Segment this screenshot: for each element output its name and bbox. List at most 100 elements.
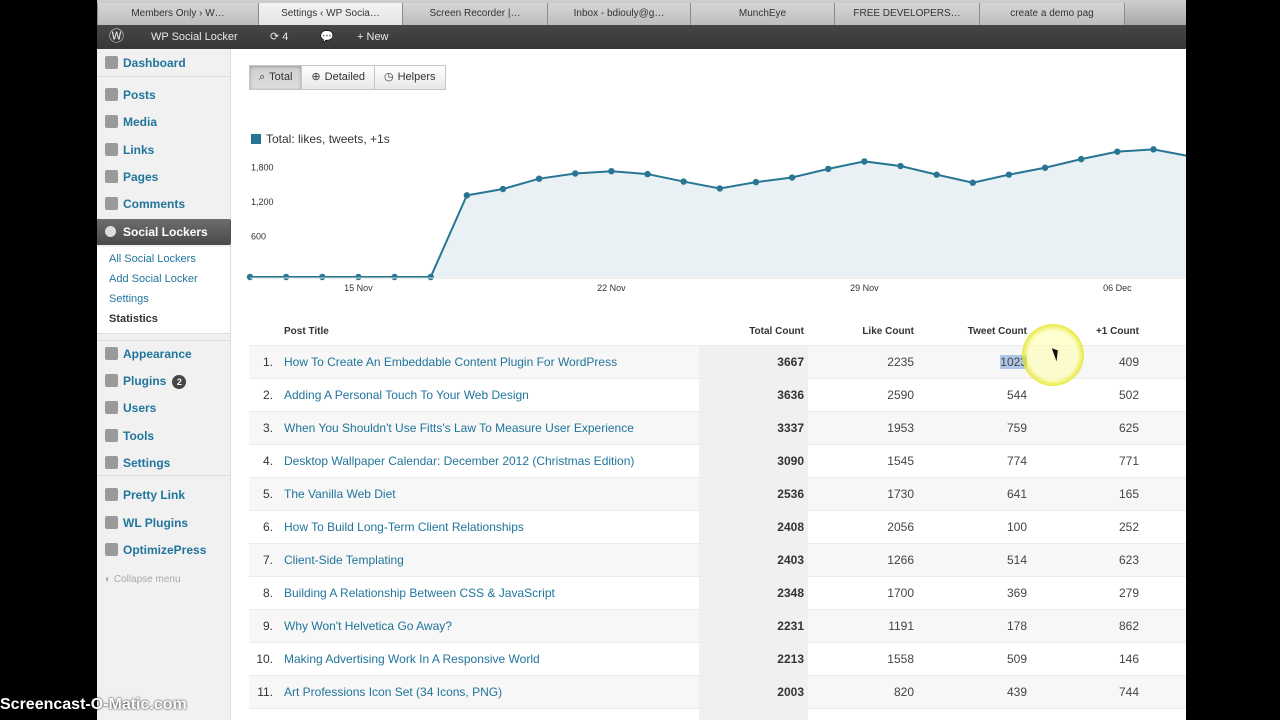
data-point[interactable] [969, 179, 976, 186]
post-title-link[interactable]: Building A Relationship Between CSS & Ja… [284, 586, 555, 600]
data-point[interactable] [246, 273, 254, 281]
sidebar-item-pages[interactable]: Pages [97, 165, 230, 189]
post-title-link[interactable]: Adding A Personal Touch To Your Web Desi… [284, 388, 529, 402]
submenu-item-statistics[interactable]: Statistics [109, 313, 158, 325]
sidebar-item-wl-plugins[interactable]: WL Plugins [97, 511, 230, 535]
data-point[interactable] [897, 162, 904, 170]
header-tweet-count[interactable]: Tweet Count [968, 326, 1027, 337]
browser-tab[interactable]: Settings ‹ WP Socia… [258, 3, 403, 25]
post-title-link[interactable]: When You Shouldn't Use Fitts's Law To Me… [284, 421, 634, 435]
data-point[interactable] [861, 158, 868, 165]
site-name-link[interactable]: WP Social Locker [151, 25, 238, 49]
data-point[interactable] [463, 192, 471, 199]
browser-tab[interactable]: Inbox - bdiouly@g… [547, 3, 691, 25]
plus-count: 165 [1118, 487, 1139, 501]
collapse-menu-button[interactable]: ◐ Collapse menu [105, 574, 181, 585]
data-point[interactable] [427, 273, 434, 281]
post-title-link[interactable]: Why Won't Helvetica Go Away? [284, 619, 452, 633]
data-point[interactable] [499, 185, 507, 193]
sidebar-item-pretty-link[interactable]: Pretty Link [97, 483, 230, 507]
browser-tab[interactable]: create a demo pag [979, 3, 1125, 25]
browser-tab[interactable]: Members Only › W… [97, 3, 259, 25]
sidebar-item-settings[interactable]: Settings [97, 451, 230, 475]
detailed-view-button[interactable]: ⊕ Detailed [302, 65, 375, 90]
data-point[interactable] [1077, 155, 1085, 163]
cursor-highlight [1022, 324, 1084, 386]
header-post-title[interactable]: Post Title [284, 326, 329, 337]
sidebar-item-appearance[interactable]: Appearance [97, 342, 230, 366]
header-plus-count[interactable]: +1 Count [1096, 326, 1139, 337]
sidebar-item-plugins[interactable]: Plugins 2 [97, 369, 230, 393]
comment-bubble-icon[interactable]: 💬 [320, 25, 334, 49]
post-title-link[interactable]: Desktop Wallpaper Calendar: December 201… [284, 454, 634, 468]
sidebar-item-dashboard[interactable]: Dashboard [97, 51, 230, 75]
sidebar-item-links[interactable]: Links [97, 138, 230, 162]
comment-icon [105, 197, 118, 210]
plus-count: 744 [1118, 685, 1139, 699]
data-point[interactable] [319, 273, 326, 281]
plus-count: 279 [1118, 586, 1139, 600]
data-point[interactable] [608, 168, 615, 175]
sidebar-item-users[interactable]: Users [97, 396, 230, 420]
post-title-link[interactable]: Art Professions Icon Set (34 Icons, PNG) [284, 685, 502, 699]
header-like-count[interactable]: Like Count [862, 326, 914, 337]
sidebar-item-text: Users [123, 401, 157, 415]
sidebar-item-social-lockers[interactable]: Social Lockers [97, 219, 238, 245]
data-point[interactable] [355, 273, 362, 281]
like-count: 1953 [887, 421, 914, 435]
data-point[interactable] [1114, 148, 1121, 155]
data-point[interactable] [391, 273, 398, 281]
like-count: 1558 [887, 652, 914, 666]
wordpress-logo-icon[interactable]: Ⓦ [109, 25, 124, 49]
browser-tab[interactable]: MunchEye [690, 3, 835, 25]
header-total-count[interactable]: Total Count [749, 326, 804, 337]
new-content-link[interactable]: + New [357, 25, 389, 49]
data-point[interactable] [1005, 171, 1013, 178]
sidebar-item-comments[interactable]: Comments [97, 192, 230, 216]
plus-count: 252 [1118, 520, 1139, 534]
post-title-link[interactable]: How To Create An Embeddable Content Plug… [284, 355, 617, 369]
total-view-button[interactable]: ⌕ Total [249, 65, 303, 90]
sidebar-item-label: Links [123, 143, 155, 157]
total-count: 2348 [777, 586, 804, 600]
data-point[interactable] [933, 171, 940, 178]
table-row: 6. How To Build Long-Term Client Relation… [249, 510, 1186, 543]
like-count: 1545 [887, 454, 914, 468]
data-point[interactable] [644, 170, 651, 178]
helpers-view-button[interactable]: ◷ Helpers [375, 65, 446, 90]
gear-icon [105, 543, 118, 556]
data-point[interactable] [752, 178, 760, 186]
updates-link[interactable]: ⟳ 4 [270, 25, 288, 49]
sidebar-item-label: Dashboard [123, 56, 186, 70]
sidebar-item-media[interactable]: Media [97, 110, 230, 134]
data-point[interactable] [282, 273, 290, 281]
data-point[interactable] [535, 175, 543, 182]
menu-separator [97, 76, 230, 77]
sidebar-item-optimizepress[interactable]: OptimizePress [97, 538, 230, 562]
table-row: 7. Client-Side Templating 2403 1266 514 623 [249, 543, 1186, 576]
browser-tab[interactable]: Screen Recorder |… [402, 3, 548, 25]
submenu-item-settings[interactable]: Settings [109, 293, 149, 305]
tweet-count: 641 [1006, 487, 1027, 501]
submenu-item-add-social-locker[interactable]: Add Social Locker [109, 273, 198, 285]
data-point[interactable] [1150, 146, 1157, 153]
data-point[interactable] [716, 185, 724, 192]
sidebar-item-label: Users [123, 396, 156, 420]
post-title-link[interactable]: How To Build Long-Term Client Relationsh… [284, 520, 524, 534]
link-icon [105, 143, 118, 156]
data-point[interactable] [788, 174, 796, 181]
browser-tab[interactable]: FREE DEVELOPERS… [834, 3, 980, 25]
sidebar-item-tools[interactable]: Tools [97, 424, 230, 448]
data-point[interactable] [1041, 164, 1049, 171]
like-count: 820 [893, 685, 914, 699]
post-title-link[interactable]: Client-Side Templating [284, 553, 404, 567]
updates-count: 4 [282, 31, 289, 43]
data-point[interactable] [825, 165, 832, 173]
data-point[interactable] [572, 170, 579, 177]
post-title-link[interactable]: The Vanilla Web Diet [284, 487, 396, 501]
data-point[interactable] [680, 178, 687, 185]
submenu-item-all-social-lockers[interactable]: All Social Lockers [109, 253, 196, 265]
sidebar-item-posts[interactable]: Posts [97, 83, 230, 107]
post-title-link[interactable]: Making Advertising Work In A Responsive … [284, 652, 540, 666]
row-number: 8. [262, 586, 273, 600]
